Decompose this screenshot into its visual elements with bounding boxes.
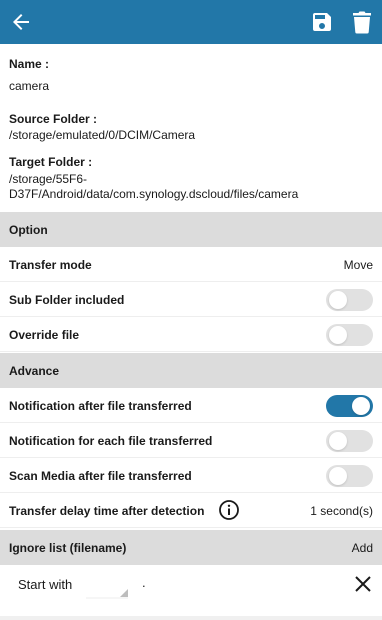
ignore-pattern-value[interactable]: .: [142, 575, 342, 590]
bottom-divider: [0, 616, 382, 620]
ignore-list-item: Start with .: [0, 565, 382, 605]
notify-each-label: Notification for each file transferred: [9, 434, 213, 448]
target-folder-value: /storage/55F6-D37F/Android/data/com.syno…: [9, 172, 299, 201]
sub-folder-toggle[interactable]: [326, 289, 373, 311]
override-file-row: Override file: [0, 317, 382, 352]
toggle-knob: [329, 467, 347, 485]
transfer-delay-row[interactable]: Transfer delay time after detection 1 se…: [0, 493, 382, 528]
scan-media-toggle[interactable]: [326, 465, 373, 487]
delete-button[interactable]: [347, 0, 377, 44]
name-value: camera: [9, 79, 50, 93]
scan-media-label: Scan Media after file transferred: [9, 469, 192, 483]
notify-each-row: Notification for each file transferred: [0, 423, 382, 458]
advance-section-title: Advance: [9, 364, 60, 378]
sub-folder-row: Sub Folder included: [0, 282, 382, 317]
scan-media-row: Scan Media after file transferred: [0, 458, 382, 493]
toggle-knob: [329, 432, 347, 450]
toggle-knob: [352, 397, 370, 415]
save-button[interactable]: [306, 0, 338, 44]
override-file-label: Override file: [9, 328, 80, 342]
advance-section-header: Advance: [0, 353, 382, 388]
ignore-list-title: Ignore list (filename): [9, 541, 127, 555]
dropdown-arrow-icon[interactable]: [84, 569, 130, 599]
notify-after-row: Notification after file transferred: [0, 388, 382, 423]
transfer-mode-row[interactable]: Transfer mode Move: [0, 247, 382, 282]
target-folder-label: Target Folder :: [9, 155, 93, 169]
transfer-delay-label: Transfer delay time after detection: [9, 504, 205, 518]
close-icon[interactable]: [352, 573, 374, 595]
notify-after-toggle[interactable]: [326, 395, 373, 417]
ignore-mode-label: Start with: [18, 577, 73, 592]
transfer-mode-label: Transfer mode: [9, 258, 92, 272]
override-file-toggle[interactable]: [326, 324, 373, 346]
option-section-header: Option: [0, 212, 382, 247]
name-label: Name :: [9, 57, 50, 71]
trash-icon: [353, 11, 371, 34]
transfer-delay-value[interactable]: 1 second(s): [310, 504, 373, 518]
ignore-list-header: Ignore list (filename) Add: [0, 530, 382, 565]
transfer-mode-value[interactable]: Move: [344, 258, 373, 272]
toggle-knob: [329, 291, 347, 309]
notify-after-label: Notification after file transferred: [9, 399, 192, 413]
toggle-knob: [329, 326, 347, 344]
info-icon[interactable]: [218, 499, 240, 521]
option-section-title: Option: [9, 223, 48, 237]
add-ignore-button[interactable]: Add: [352, 541, 373, 555]
sub-folder-label: Sub Folder included: [9, 293, 125, 307]
top-app-bar: [0, 0, 382, 44]
back-button[interactable]: [6, 0, 36, 44]
notify-each-toggle[interactable]: [326, 430, 373, 452]
arrow-left-icon: [13, 14, 29, 30]
source-folder-value: /storage/emulated/0/DCIM/Camera: [9, 128, 196, 142]
save-icon: [313, 13, 331, 31]
source-folder-label: Source Folder :: [9, 112, 98, 126]
